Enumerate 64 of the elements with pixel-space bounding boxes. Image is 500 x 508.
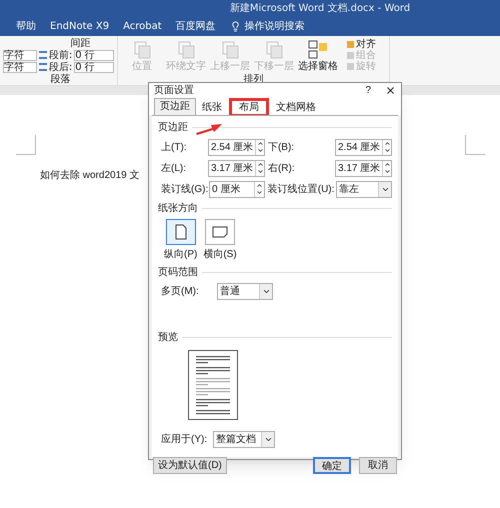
orientation-button[interactable] [205, 219, 236, 245]
field-label: 下(B): [268, 140, 296, 154]
input-field[interactable]: 0 行 [74, 62, 114, 72]
dialog-button[interactable]: 取消 [359, 457, 397, 474]
spin-arrows-icon[interactable] [382, 160, 391, 176]
page-corner-mark [16, 135, 36, 155]
input-field[interactable]: 字符 [2, 50, 37, 60]
spin-arrows-icon[interactable] [382, 140, 391, 154]
page-preview-drawing [188, 350, 238, 420]
orientation-button[interactable] [166, 219, 196, 245]
orientation-label: 纵向(P) [164, 248, 198, 262]
field-label: 应用于(Y): [161, 432, 208, 447]
menu-tab[interactable]: EndNote X9 [50, 18, 110, 34]
section-heading: 预览 [158, 331, 178, 345]
section-heading: 页边距 [158, 120, 188, 135]
spin-arrows-icon[interactable] [255, 160, 264, 176]
input-field[interactable]: 2.54 厘米 [208, 138, 265, 156]
input-field[interactable]: 3.17 厘米 [208, 160, 265, 176]
page-corner-mark [465, 135, 485, 155]
section-heading: 页码范围 [158, 266, 198, 280]
selection-pane-icon [307, 39, 329, 61]
field-label: 左(L): [161, 162, 187, 176]
field-label: 右(R): [268, 162, 296, 176]
landscape-page-icon [212, 226, 228, 238]
spin-arrows-icon[interactable] [254, 182, 264, 196]
ribbon-button[interactable]: 对齐 [347, 39, 376, 50]
pointer-arrow-drawing [196, 123, 222, 135]
dialog-button[interactable]: 确定 [313, 457, 351, 474]
spacing-label: 段后: [48, 62, 72, 72]
dialog-tab[interactable]: 文档网格 [271, 100, 321, 115]
input-field[interactable]: 2.54 厘米 [335, 138, 392, 156]
dialog-tab[interactable]: 页边距 [154, 98, 196, 115]
tell-me-search[interactable]: 操作说明搜索 [244, 18, 305, 34]
group-heading: 间距 [70, 38, 90, 49]
dialog-tab[interactable]: 纸张 [197, 100, 227, 115]
input-field[interactable]: 靠左 [336, 180, 392, 198]
window-title: 新建Microsoft Word 文档.docx - Word [230, 2, 410, 16]
ribbon-button[interactable]: 选择窗格 [297, 39, 339, 73]
input-field[interactable]: 普通 [217, 283, 273, 300]
orientation-label: 横向(S) [203, 248, 237, 262]
field-label: 上(T): [161, 140, 188, 154]
menu-tab[interactable]: Acrobat [123, 18, 162, 34]
field-label: 多页(M): [161, 285, 200, 299]
spin-arrows-icon[interactable] [255, 140, 264, 154]
input-field[interactable]: 字符 [2, 62, 37, 72]
dialog-tab[interactable]: 布局 [231, 100, 267, 115]
input-field[interactable]: 0 厘米 [208, 180, 265, 198]
input-field[interactable]: 0 行 [74, 50, 114, 60]
field-label: 装订线位置(U): [268, 182, 336, 196]
input-field[interactable]: 3.17 厘米 [335, 160, 392, 176]
menu-tab[interactable]: 百度网盘 [176, 18, 216, 34]
document-text: 如何去除 word2019 文 [40, 170, 140, 181]
help-button[interactable]: ? [365, 83, 371, 98]
portrait-page-icon [174, 224, 187, 240]
section-heading: 纸张方向 [158, 202, 198, 216]
spacing-label: 段前: [48, 50, 72, 60]
lightbulb-icon [230, 20, 241, 32]
menu-tab[interactable]: 帮助 [16, 18, 36, 34]
field-label: 装订线(G): [161, 182, 209, 196]
input-field[interactable]: 整篇文档 [213, 431, 275, 448]
dialog-button[interactable]: 设为默认值(D) [153, 457, 227, 474]
dialog-title: 页面设置 [154, 84, 195, 98]
close-icon[interactable] [385, 85, 396, 96]
group-label: 段落 [50, 74, 70, 85]
